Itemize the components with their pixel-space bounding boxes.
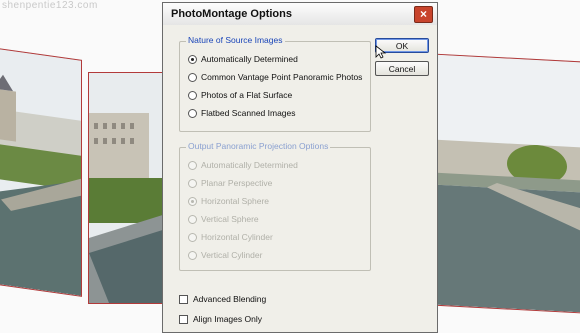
option-label: Automatically Determined (201, 160, 298, 170)
checkbox-label: Align Images Only (193, 314, 262, 324)
cancel-button[interactable]: Cancel (375, 61, 429, 76)
close-button[interactable]: × (414, 6, 433, 23)
projection-option-planar: Planar Perspective (188, 178, 272, 188)
projection-option-v-sphere: Vertical Sphere (188, 214, 259, 224)
panorama-photo-middle (88, 72, 170, 304)
option-label: Automatically Determined (201, 54, 298, 64)
radio-v-sphere (188, 214, 197, 224)
radio-h-cylinder (188, 232, 197, 242)
advanced-blending-checkbox[interactable]: Advanced Blending (179, 294, 266, 304)
checkbox-box[interactable] (179, 314, 188, 324)
radio-auto[interactable] (188, 54, 197, 64)
close-icon: × (419, 7, 427, 21)
option-label: Photos of a Flat Surface (201, 90, 293, 100)
align-images-only-checkbox[interactable]: Align Images Only (179, 314, 262, 324)
projection-option-auto: Automatically Determined (188, 160, 298, 170)
source-option-auto[interactable]: Automatically Determined (188, 54, 298, 64)
source-option-vantage[interactable]: Common Vantage Point Panoramic Photos (188, 72, 362, 82)
radio-scanned[interactable] (188, 108, 197, 118)
panorama-photo-right (436, 53, 580, 315)
projection-option-v-cylinder: Vertical Cylinder (188, 250, 262, 260)
projection-option-h-cylinder: Horizontal Cylinder (188, 232, 273, 242)
radio-flat[interactable] (188, 90, 197, 100)
radio-v-cylinder (188, 250, 197, 260)
projection-options-legend: Output Panoramic Projection Options (186, 141, 331, 151)
source-images-legend: Nature of Source Images (186, 35, 285, 45)
option-label: Common Vantage Point Panoramic Photos (201, 72, 363, 82)
option-label: Horizontal Sphere (201, 196, 270, 206)
projection-option-h-sphere: Horizontal Sphere (188, 196, 269, 206)
radio-vantage[interactable] (188, 72, 197, 82)
projection-options-group: Output Panoramic Projection Options Auto… (179, 141, 371, 271)
checkbox-box[interactable] (179, 294, 188, 304)
radio-proj-auto (188, 160, 197, 170)
radio-h-sphere (188, 196, 197, 206)
watermark: shenpentie123.com (2, 0, 98, 11)
option-label: Flatbed Scanned Images (201, 108, 296, 118)
source-option-flat[interactable]: Photos of a Flat Surface (188, 90, 292, 100)
checkbox-label: Advanced Blending (193, 294, 267, 304)
radio-planar (188, 178, 197, 188)
dialog-title: PhotoMontage Options (171, 8, 292, 20)
option-label: Horizontal Cylinder (201, 232, 273, 242)
source-option-scanned[interactable]: Flatbed Scanned Images (188, 108, 296, 118)
photomontage-options-dialog: PhotoMontage Options × Nature of Source … (162, 2, 438, 333)
mouse-cursor-icon (375, 45, 387, 59)
source-images-group: Nature of Source Images Automatically De… (179, 35, 371, 132)
dialog-body: Nature of Source Images Automatically De… (163, 25, 437, 332)
panorama-photo-left (0, 44, 82, 297)
option-label: Vertical Sphere (201, 214, 259, 224)
option-label: Vertical Cylinder (201, 250, 263, 260)
title-bar[interactable]: PhotoMontage Options × (163, 3, 437, 26)
option-label: Planar Perspective (201, 178, 273, 188)
